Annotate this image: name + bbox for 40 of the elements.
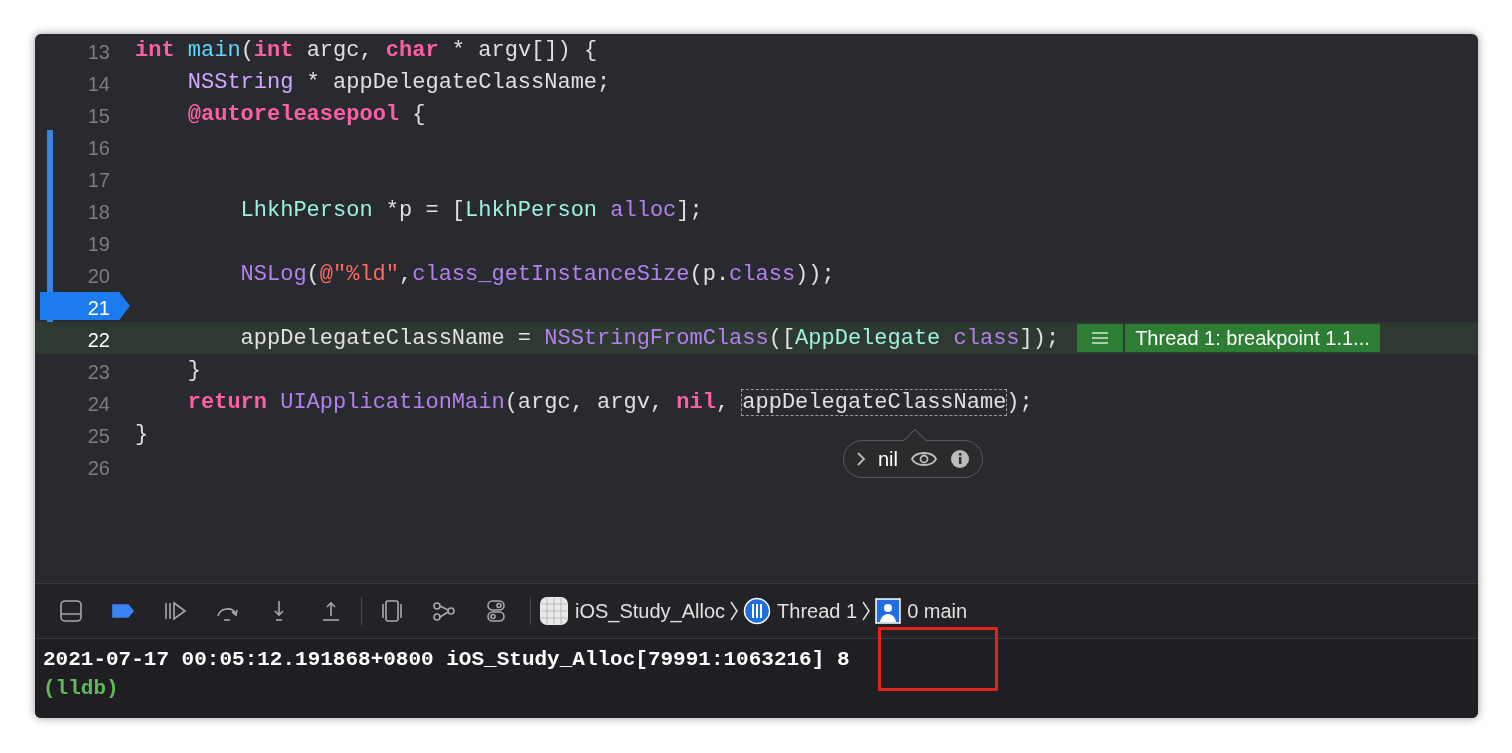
chevron-icon xyxy=(729,600,740,622)
line-number: 26 xyxy=(87,456,110,481)
line-number: 14 xyxy=(87,72,110,97)
thread-icon xyxy=(743,597,772,625)
line-number: 23 xyxy=(87,360,110,385)
thread-message: Thread 1: breakpoint 1.1... xyxy=(1125,324,1380,352)
app-icon xyxy=(539,596,569,626)
line-number: 15 xyxy=(87,104,110,129)
menu-icon[interactable] xyxy=(1077,324,1124,352)
breakpoint-marker[interactable] xyxy=(40,292,130,320)
chevron-icon[interactable] xyxy=(856,451,866,467)
eye-icon[interactable] xyxy=(910,450,938,468)
line-number: 25 xyxy=(87,424,110,449)
line-number: 22 xyxy=(87,328,110,353)
code-line: appDelegateClassName = NSStringFromClass([AppDelegate class]); xyxy=(240,324,1060,353)
line-number: 18 xyxy=(87,200,110,225)
code-line: @autoreleasepool { xyxy=(187,100,426,129)
breadcrumb-item[interactable]: Thread 1 xyxy=(743,596,858,626)
line-number: 19 xyxy=(87,232,110,257)
variable-value: nil xyxy=(878,447,898,472)
breadcrumb-item[interactable]: iOS_Study_Alloc xyxy=(539,596,726,626)
breadcrumb-item[interactable]: 0 main xyxy=(875,596,968,626)
code-line: } xyxy=(187,356,201,385)
code-line: return UIApplicationMain(argc, argv, nil, appDelegateClassName); xyxy=(187,388,1033,417)
line-number: 16 xyxy=(87,136,110,161)
line-number: 17 xyxy=(87,168,110,193)
line-number: 21 xyxy=(87,296,110,321)
chevron-icon xyxy=(861,600,872,622)
console-output: 2021-07-17 00:05:12.191868+0800 iOS_Study_Alloc[79991:1063216] 8 xyxy=(43,647,850,673)
code-line: NSLog(@"%ld",class_getInstanceSize(p.class)); xyxy=(240,260,835,289)
code-line: } xyxy=(135,420,149,449)
line-number: 20 xyxy=(87,264,110,289)
code-line: NSString * appDelegateClassName; xyxy=(187,68,611,97)
code-line: int main(int argc, char * argv[]) { xyxy=(135,36,598,65)
person-icon xyxy=(875,598,902,624)
line-number: 13 xyxy=(87,40,110,65)
info-icon[interactable] xyxy=(950,449,970,469)
line-number: 24 xyxy=(87,392,110,417)
code-line: LhkhPerson *p = [LhkhPerson alloc]; xyxy=(240,196,703,225)
lldb-prompt: (lldb) xyxy=(43,676,119,702)
